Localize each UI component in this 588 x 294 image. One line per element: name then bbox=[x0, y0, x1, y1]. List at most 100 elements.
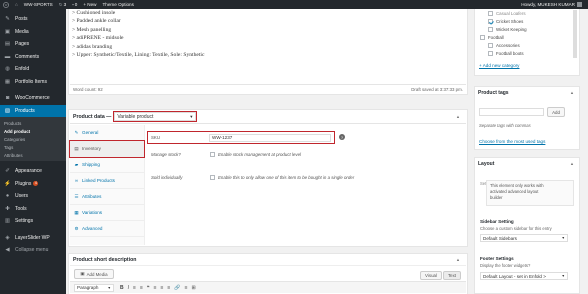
manage-stock-description: Enable stock management at product level bbox=[218, 152, 301, 157]
add-new-category-link[interactable]: + Add new category bbox=[479, 63, 519, 68]
add-media-button[interactable]: ▣ Add Media bbox=[74, 269, 114, 279]
tags-input[interactable] bbox=[479, 108, 544, 116]
bullet-list-icon[interactable]: ≡ bbox=[133, 285, 136, 291]
format-select[interactable]: Paragraph ▼ bbox=[74, 283, 114, 292]
align-left-icon[interactable]: ≡ bbox=[154, 285, 157, 291]
tab-inventory[interactable]: ▤ Inventory bbox=[69, 140, 145, 158]
collapse-arrow-icon[interactable]: ▲ bbox=[570, 161, 574, 166]
category-item[interactable]: Accessories bbox=[478, 41, 578, 49]
howdy-account-link[interactable]: Howdy, MUKESH KUMAR bbox=[518, 0, 588, 9]
svg-text:W: W bbox=[5, 3, 8, 7]
blockquote-icon[interactable]: ❝ bbox=[147, 285, 150, 291]
theme-options-link[interactable]: Theme Options bbox=[100, 0, 137, 9]
footer-select[interactable]: Default Layout - set in Enfold > ▼ bbox=[480, 272, 568, 280]
menu-label: Pages bbox=[15, 41, 30, 48]
comments-link[interactable]: ▪ 0 bbox=[69, 0, 80, 9]
category-checkbox[interactable] bbox=[488, 26, 493, 32]
tab-attributes[interactable]: ☰ Attributes bbox=[70, 189, 144, 205]
editor-status-bar: Word count: 92 Draft saved at 3:37:33 pm… bbox=[70, 84, 466, 94]
submenu-attributes[interactable]: Attributes bbox=[0, 151, 66, 159]
pushpin-icon: ✎ bbox=[5, 16, 10, 23]
align-center-icon[interactable]: ≡ bbox=[160, 285, 163, 291]
category-label: Accessories bbox=[496, 42, 520, 48]
menu-label: Posts bbox=[15, 16, 28, 23]
category-checkbox[interactable] bbox=[488, 10, 493, 16]
collapse-arrow-icon[interactable]: ▲ bbox=[570, 90, 574, 95]
category-item[interactable]: Cricket Shoes bbox=[478, 17, 578, 25]
product-tags-title: Product tags bbox=[478, 90, 509, 96]
bold-icon[interactable]: B bbox=[120, 285, 124, 291]
menu-posts[interactable]: ✎ Posts bbox=[0, 13, 66, 26]
product-type-value: Variable product bbox=[117, 113, 154, 120]
tab-linked-products[interactable]: ∞ Linked Products bbox=[70, 173, 144, 189]
submenu-categories[interactable]: Categories bbox=[0, 135, 66, 143]
layout-title: Layout bbox=[478, 161, 495, 167]
menu-enfold[interactable]: ◍ Enfold bbox=[0, 63, 66, 76]
menu-appearance[interactable]: ✐ Appearance bbox=[0, 165, 66, 178]
sidebar-select[interactable]: Default Sidebars ▼ bbox=[480, 234, 568, 242]
menu-woocommerce[interactable]: ◙ WooCommerce bbox=[0, 92, 66, 105]
home-icon[interactable]: ⌂ bbox=[12, 0, 21, 9]
collapse-arrow-icon[interactable]: ▲ bbox=[456, 257, 460, 262]
category-item[interactable]: Wicket Keeping bbox=[478, 25, 578, 33]
menu-settings[interactable]: ▥ Settings bbox=[0, 215, 66, 228]
tab-visual[interactable]: Visual bbox=[420, 271, 442, 280]
tab-general[interactable]: ✎ General bbox=[70, 125, 144, 141]
admin-sidebar: ✎ Posts ▣ Media ▤ Pages ▬ Comments ◍ Enfold ▦… bbox=[0, 9, 66, 294]
menu-label: Plugins bbox=[15, 180, 32, 187]
add-tag-button[interactable]: Add bbox=[547, 107, 565, 117]
category-checkbox[interactable] bbox=[488, 50, 493, 56]
menu-layerslider[interactable]: ◈ LayerSlider WP bbox=[0, 232, 66, 245]
link-icon[interactable]: 🔗 bbox=[174, 285, 180, 291]
choose-most-used-tags-link[interactable]: Choose from the most used tags bbox=[479, 139, 545, 144]
menu-pages[interactable]: ▤ Pages bbox=[0, 38, 66, 51]
sold-individually-description: Enable this to only allow one of this it… bbox=[218, 175, 355, 180]
menu-plugins[interactable]: ⚡ Plugins 4 bbox=[0, 178, 66, 191]
sku-input[interactable]: WW-1237 bbox=[209, 133, 331, 142]
submenu-add-product[interactable]: Add product bbox=[0, 127, 66, 135]
wordpress-icon[interactable]: W bbox=[0, 0, 12, 9]
menu-users[interactable]: ● Users bbox=[0, 190, 66, 203]
menu-comments[interactable]: ▬ Comments bbox=[0, 51, 66, 64]
manage-stock-checkbox[interactable] bbox=[210, 152, 215, 157]
menu-products[interactable]: ▧ Products bbox=[0, 104, 66, 117]
submenu-products[interactable]: Products bbox=[0, 119, 66, 127]
updates-icon: ↻ bbox=[58, 1, 63, 7]
toolbar-toggle-icon[interactable]: ⊞ bbox=[191, 285, 195, 291]
new-content-link[interactable]: + New bbox=[80, 0, 99, 9]
tab-advanced[interactable]: ⚙ Advanced bbox=[70, 221, 144, 237]
chevron-down-icon: ▼ bbox=[107, 285, 111, 290]
chevron-down-icon: ▼ bbox=[561, 236, 565, 240]
unlink-icon[interactable]: ≡ bbox=[185, 285, 188, 291]
tab-text[interactable]: Text bbox=[443, 271, 461, 280]
description-content[interactable]: > Cushioned insole > Padded ankle collar… bbox=[72, 9, 472, 59]
product-type-select[interactable]: Variable product ▼ bbox=[113, 111, 198, 122]
help-icon[interactable]: ? bbox=[339, 134, 345, 140]
categories-scrollbar[interactable] bbox=[573, 10, 577, 58]
tags-hint: Separate tags with commas bbox=[479, 123, 531, 128]
menu-media[interactable]: ▣ Media bbox=[0, 26, 66, 39]
italic-icon[interactable]: I bbox=[128, 285, 129, 291]
product-data-header: Product data — Variable product ▼ ▲ bbox=[70, 110, 466, 124]
tab-variations[interactable]: ▦ Variations bbox=[70, 205, 144, 221]
collapse-arrow-icon[interactable]: ▲ bbox=[456, 114, 460, 119]
submenu-tags[interactable]: Tags bbox=[0, 143, 66, 151]
menu-tools[interactable]: ✚ Tools bbox=[0, 203, 66, 216]
align-right-icon[interactable]: ≡ bbox=[167, 285, 170, 291]
category-item[interactable]: Casual Loafers bbox=[478, 9, 578, 17]
category-item[interactable]: Football bbox=[478, 33, 578, 41]
category-checkbox[interactable] bbox=[488, 18, 493, 24]
menu-portfolio[interactable]: ▦ Portfolio Items bbox=[0, 76, 66, 89]
numbered-list-icon[interactable]: ≡ bbox=[140, 285, 143, 291]
menu-collapse[interactable]: ◀ Collapse menu bbox=[0, 244, 66, 257]
site-name-link[interactable]: WW-SPORTS bbox=[21, 0, 56, 9]
tab-shipping[interactable]: ▰ Shipping bbox=[70, 157, 144, 173]
menu-label: Portfolio Items bbox=[15, 78, 47, 85]
sold-individually-checkbox[interactable] bbox=[210, 175, 215, 180]
category-checkbox[interactable] bbox=[488, 42, 493, 48]
updates-link[interactable]: ↻ 3 bbox=[56, 0, 69, 9]
description-line: > Mesh panelling bbox=[72, 26, 112, 33]
category-checkbox[interactable] bbox=[480, 34, 485, 40]
category-item[interactable]: Football boots bbox=[478, 49, 578, 57]
collapse-icon: ◀ bbox=[5, 247, 10, 254]
